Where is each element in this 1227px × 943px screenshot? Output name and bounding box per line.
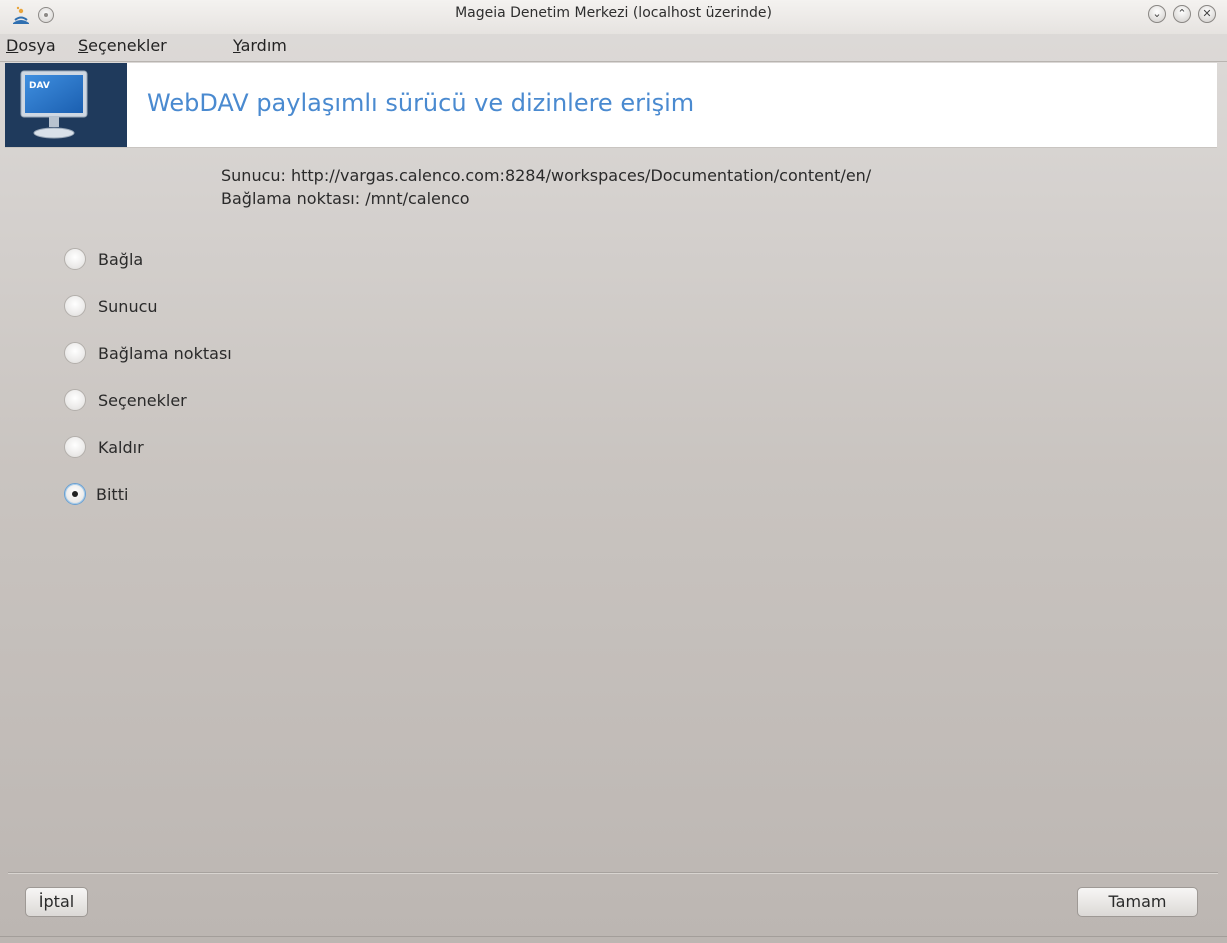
- option-mount[interactable]: Bağla: [64, 247, 143, 271]
- menu-separator: [0, 61, 1227, 62]
- radio-button[interactable]: [64, 342, 86, 364]
- monitor-dav-icon: DAV: [20, 70, 88, 139]
- close-icon[interactable]: ✕: [1198, 5, 1216, 23]
- cancel-button[interactable]: İptal: [25, 887, 88, 917]
- radio-button[interactable]: [64, 248, 86, 270]
- title-bar: Mageia Denetim Merkezi (localhost üzerin…: [0, 0, 1227, 34]
- connection-info: Sunucu: http://vargas.calenco.com:8284/w…: [221, 164, 871, 210]
- radio-button-selected[interactable]: [64, 483, 86, 505]
- option-label: Kaldır: [98, 437, 144, 457]
- menu-file[interactable]: Dosya: [6, 36, 56, 55]
- option-label: Seçenekler: [98, 390, 187, 410]
- ok-button[interactable]: Tamam: [1077, 887, 1198, 917]
- option-label: Bağla: [98, 249, 144, 269]
- radio-button[interactable]: [64, 436, 86, 458]
- menu-options-accel: S: [78, 36, 89, 55]
- menu-help[interactable]: Yardım: [233, 36, 287, 55]
- server-line: Sunucu: http://vargas.calenco.com:8284/w…: [221, 166, 872, 185]
- mount-point-line: Bağlama noktası: /mnt/calenco: [221, 189, 470, 208]
- header-banner: DAV WebDAV paylaşımlı sürücü ve dizinler…: [5, 63, 1217, 148]
- menu-options-label: eçenekler: [88, 36, 167, 55]
- menu-help-accel: Y: [233, 36, 241, 55]
- radio-button[interactable]: [64, 295, 86, 317]
- header-icon-box: DAV: [5, 63, 127, 147]
- page-title: WebDAV paylaşımlı sürücü ve dizinlere er…: [147, 89, 695, 117]
- option-label: Bitti: [96, 484, 129, 504]
- bottom-separator: [8, 872, 1218, 873]
- option-server[interactable]: Sunucu: [64, 294, 158, 318]
- option-options[interactable]: Seçenekler: [64, 388, 187, 412]
- window-bottom-edge: [0, 936, 1227, 937]
- option-remove[interactable]: Kaldır: [64, 435, 144, 459]
- menu-bar: Dosya Seçenekler Yardım: [0, 34, 1227, 60]
- option-mount-point[interactable]: Bağlama noktası: [64, 341, 232, 365]
- menu-options[interactable]: Seçenekler: [78, 36, 167, 55]
- window-title: Mageia Denetim Merkezi (localhost üzerin…: [455, 5, 772, 21]
- menu-help-label: ardım: [240, 36, 287, 55]
- option-label: Sunucu: [98, 296, 158, 316]
- maximize-icon[interactable]: ⌃: [1173, 5, 1191, 23]
- option-done[interactable]: Bitti: [64, 482, 128, 506]
- option-label: Bağlama noktası: [98, 343, 232, 363]
- svg-text:DAV: DAV: [29, 81, 50, 91]
- menu-file-label: osya: [18, 36, 56, 55]
- radio-button[interactable]: [64, 389, 86, 411]
- minimize-icon[interactable]: ⌄: [1148, 5, 1166, 23]
- menu-file-accel: D: [6, 36, 19, 55]
